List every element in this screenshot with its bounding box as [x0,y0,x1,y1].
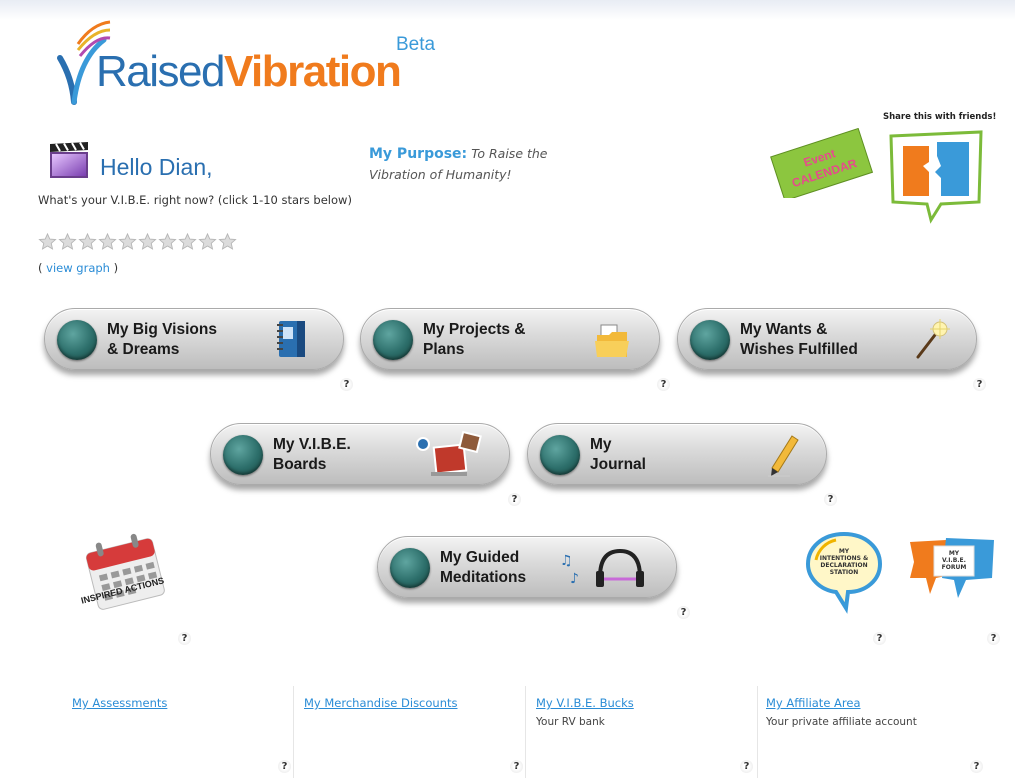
affiliate-desc: Your private affiliate account [766,716,917,728]
button-label: My Big Visions & Dreams [107,321,217,358]
folder-icon [595,324,629,357]
logo-wordmark: RaisedVibration [96,47,402,96]
purpose-label: My Purpose: [369,146,468,162]
vibe-star-rating[interactable] [38,233,237,250]
svg-text:♫: ♫ [560,553,573,569]
button-label: My Journal [590,436,646,473]
help-icon[interactable]: ? [510,760,523,773]
help-icon[interactable]: ? [824,493,837,506]
footer-col-merchandise: My Merchandise Discounts [292,686,526,778]
share-with-friends[interactable]: Share this with friends! [883,112,997,227]
top-banner [0,0,1015,20]
merchandise-discounts-link[interactable]: My Merchandise Discounts [304,696,525,710]
magic-wand-icon [916,319,950,359]
star-icon[interactable] [38,233,57,250]
orb-icon [690,320,730,360]
pencil-icon [768,435,799,477]
star-icon[interactable] [138,233,157,250]
help-icon[interactable]: ? [278,760,291,773]
clapperboard-icon [50,142,88,178]
star-icon[interactable] [98,233,117,250]
footer-col-vibe-bucks: My V.I.B.E. Bucks Your RV bank [524,686,758,778]
vibe-boards-button[interactable]: My V.I.B.E. Boards [210,423,510,485]
event-calendar-badge[interactable]: Event CALENDAR [765,128,875,198]
guided-meditations-button[interactable]: My Guided Meditations ♫ ♪ [377,536,677,598]
star-icon[interactable] [158,233,177,250]
orb-icon [373,320,413,360]
share-label: Share this with friends! [883,112,997,122]
vibe-bucks-link[interactable]: My V.I.B.E. Bucks [536,696,757,710]
big-visions-button[interactable]: My Big Visions & Dreams [44,308,344,370]
help-icon[interactable]: ? [970,760,983,773]
button-label: My V.I.B.E. Boards [273,436,351,473]
vibe-forum[interactable]: MY V.I.B.E. FORUM [906,528,1000,612]
beta-label: Beta [396,34,436,55]
hello-heading: Hello Dian, [100,154,213,180]
star-icon[interactable] [198,233,217,250]
footer-col-affiliate: My Affiliate Area Your private affiliate… [754,686,1000,778]
star-icon[interactable] [118,233,137,250]
notebook-icon [277,321,305,357]
svg-text:♪: ♪ [570,571,579,587]
assessments-link[interactable]: My Assessments [72,696,293,710]
affiliate-area-link[interactable]: My Affiliate Area [766,696,1000,710]
star-icon[interactable] [78,233,97,250]
help-icon[interactable]: ? [873,632,886,645]
help-icon[interactable]: ? [508,493,521,506]
intentions-declaration-station[interactable]: MY INTENTIONS & DECLARATION STATION [806,530,882,614]
help-icon[interactable]: ? [987,632,1000,645]
star-icon[interactable] [58,233,77,250]
vision-board-icon [416,430,482,476]
vibe-bucks-desc: Your RV bank [536,716,605,728]
orb-icon [223,435,263,475]
star-icon[interactable] [218,233,237,250]
projects-plans-button[interactable]: My Projects & Plans [360,308,660,370]
help-icon[interactable]: ? [740,760,753,773]
headphones-icon: ♫ ♪ [560,548,644,587]
journal-button[interactable]: My Journal [527,423,827,485]
view-graph: ( view graph ) [38,261,119,275]
orb-icon [540,435,580,475]
wants-wishes-button[interactable]: My Wants & Wishes Fulfilled [677,308,977,370]
button-label: My Projects & Plans [423,321,526,358]
button-label: My Wants & Wishes Fulfilled [740,321,858,358]
share-faces-icon [889,130,983,224]
orb-icon [57,320,97,360]
help-icon[interactable]: ? [973,378,986,391]
view-graph-link[interactable]: view graph [46,261,110,275]
forum-label: MY V.I.B.E. FORUM [941,550,967,571]
raised-vibration-logo[interactable]: RaisedVibration Beta [52,18,452,108]
help-icon[interactable]: ? [677,606,690,619]
footer-links: My Assessments My Merchandise Discounts … [60,686,1000,778]
inspired-actions-calendar[interactable] [78,530,198,620]
footer-col-assessments: My Assessments [60,686,294,778]
star-icon[interactable] [178,233,197,250]
help-icon[interactable]: ? [178,632,191,645]
button-label: My Guided Meditations [440,549,527,586]
intentions-label: MY INTENTIONS & DECLARATION STATION [819,548,869,576]
purpose-statement: My Purpose: To Raise the Vibration of Hu… [369,144,599,186]
help-icon[interactable]: ? [657,378,670,391]
orb-icon [390,548,430,588]
help-icon[interactable]: ? [340,378,353,391]
vibe-question: What's your V.I.B.E. right now? (click 1… [38,193,352,207]
